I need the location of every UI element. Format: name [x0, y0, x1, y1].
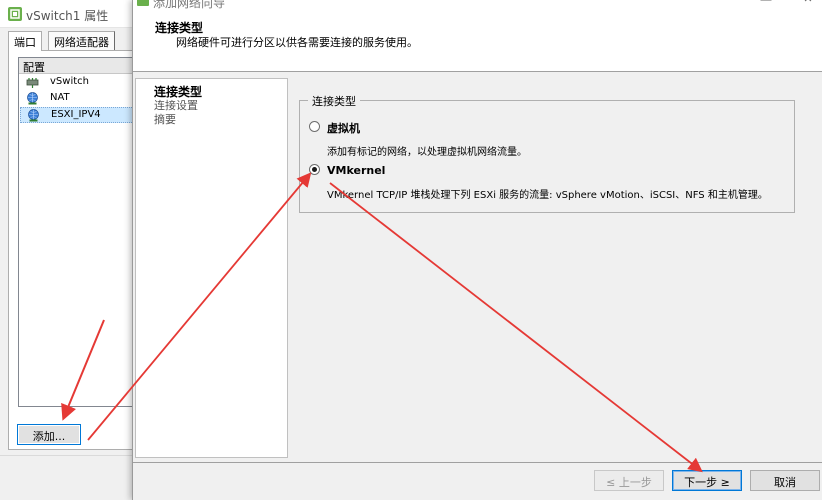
- radio-virtual-machine[interactable]: [309, 121, 320, 132]
- list-item[interactable]: NAT: [20, 91, 140, 107]
- window-title: vSwitch1 属性: [26, 9, 109, 23]
- option-label-virtual-machine[interactable]: 虚拟机: [327, 120, 360, 136]
- tab-network-adapters[interactable]: 网络适配器: [48, 31, 115, 50]
- list-item-selected[interactable]: ESXI_IPV4: [20, 107, 140, 123]
- vsphere-app-icon: [8, 7, 22, 21]
- group-title: 连接类型: [308, 93, 360, 109]
- next-button[interactable]: 下一步 ≥: [672, 470, 742, 491]
- list-item-label: NAT: [50, 92, 70, 103]
- step-description: 网络硬件可进行分区以供各需要连接的服务使用。: [176, 36, 418, 49]
- title-bar: vSwitch1 属性: [0, 0, 140, 28]
- divider: [0, 455, 140, 456]
- back-button[interactable]: ≤ 上一步: [594, 470, 664, 491]
- list-column-header[interactable]: 配置: [19, 58, 141, 74]
- close-icon[interactable]: [804, 0, 812, 2]
- switch-icon: [26, 78, 39, 88]
- add-network-wizard-window: 添加网络向导 连接类型 网络硬件可进行分区以供各需要连接的服务使用。 连接类型 …: [132, 0, 822, 500]
- network-globe-icon: [27, 92, 38, 105]
- list-item-label: vSwitch: [50, 76, 89, 87]
- connection-type-group: 连接类型 虚拟机 添加有标记的网络，以处理虚拟机网络流量。 VMkernel V…: [299, 93, 795, 213]
- add-button[interactable]: 添加...: [17, 424, 81, 445]
- wizard-content: 连接类型 虚拟机 添加有标记的网络，以处理虚拟机网络流量。 VMkernel V…: [292, 78, 822, 458]
- network-globe-icon: [28, 109, 39, 122]
- window-title: 添加网络向导: [153, 0, 226, 10]
- wizard-app-icon: [137, 0, 149, 6]
- vswitch-properties-window: vSwitch1 属性 端口 网络适配器 配置 vSwitch NAT ESXI…: [0, 0, 148, 500]
- cancel-button[interactable]: 取消: [750, 470, 820, 491]
- radio-selected-dot: [312, 167, 317, 172]
- wizard-step-nav: 连接类型 连接设置 摘要: [135, 78, 288, 458]
- option-label-vmkernel[interactable]: VMkernel: [327, 164, 385, 177]
- option-description-virtual-machine: 添加有标记的网络，以处理虚拟机网络流量。: [327, 147, 527, 158]
- option-description-vmkernel: VMkernel TCP/IP 堆栈处理下列 ESXi 服务的流量: vSphe…: [327, 190, 768, 201]
- radio-vmkernel[interactable]: [309, 164, 320, 175]
- window-controls: [760, 0, 812, 2]
- tab-ports[interactable]: 端口: [8, 31, 42, 51]
- config-list[interactable]: 配置 vSwitch NAT ESXI_IPV4: [18, 57, 141, 407]
- wizard-header: 添加网络向导 连接类型 网络硬件可进行分区以供各需要连接的服务使用。: [133, 0, 822, 72]
- list-item[interactable]: vSwitch: [20, 75, 140, 91]
- nav-step-summary[interactable]: 摘要: [154, 111, 176, 127]
- list-item-label: ESXI_IPV4: [51, 109, 101, 120]
- footer-divider: [133, 462, 822, 463]
